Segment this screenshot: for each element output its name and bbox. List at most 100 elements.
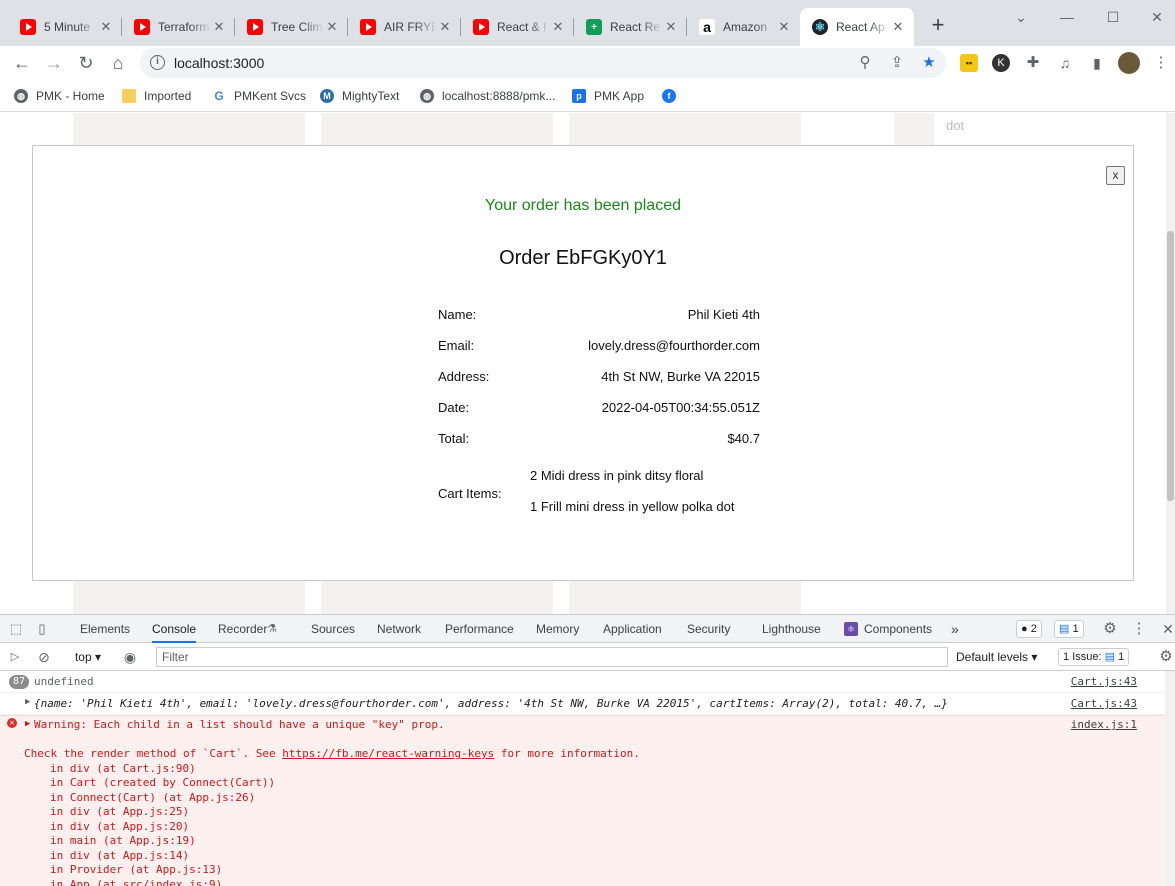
console-filter-input[interactable]: Filter — [156, 647, 948, 667]
issues-button[interactable]: 1 Issue: ▤ 1 — [1058, 648, 1130, 666]
log-source-link[interactable]: Cart.js:43 — [1071, 675, 1137, 688]
media-control-icon[interactable]: ♫ — [1056, 54, 1074, 72]
eye-icon[interactable]: ◉ — [121, 648, 139, 666]
log-source-link[interactable]: index.js:1 — [1071, 718, 1137, 731]
expand-arrow-icon[interactable]: ▶ — [25, 719, 30, 729]
tab-lighthouse[interactable]: Lighthouse — [762, 615, 821, 643]
tab-elements[interactable]: Elements — [80, 615, 130, 643]
bookmark-folder[interactable]: Imported — [122, 86, 191, 106]
page-scrollbar[interactable] — [1166, 113, 1175, 614]
field-label: Email: — [438, 338, 475, 353]
tab-sources[interactable]: Sources — [311, 615, 355, 643]
message-count: 1 — [1072, 623, 1079, 635]
url-text[interactable]: localhost:3000 — [174, 55, 264, 71]
bookmark-item[interactable]: ◍ PMK - Home — [14, 86, 105, 106]
modal-close-button[interactable]: x — [1106, 166, 1125, 185]
extension-k-icon[interactable]: K — [992, 54, 1010, 72]
browser-menu-icon[interactable]: ⋮ — [1152, 54, 1170, 72]
log-object-text[interactable]: {name: 'Phil Kieti 4th', email: 'lovely.… — [34, 697, 954, 710]
product-image[interactable] — [321, 113, 553, 145]
sidebar-toggle-icon[interactable]: ▷ — [6, 648, 24, 666]
window-close-button[interactable]: ✕ — [1134, 8, 1175, 26]
product-image[interactable] — [73, 113, 305, 145]
reload-icon[interactable]: ↻ — [73, 50, 99, 76]
tab-recorder[interactable]: Recorder — [218, 615, 267, 643]
error-count-badge[interactable]: ● 2 — [1016, 620, 1042, 638]
browser-tab[interactable]: a Amazon ✕ — [687, 8, 800, 46]
browser-tab[interactable]: 5 Minute ✕ — [8, 8, 122, 46]
product-image[interactable] — [894, 113, 934, 145]
close-tab-icon[interactable]: ✕ — [98, 19, 114, 35]
minimize-button[interactable]: — — [1044, 8, 1090, 26]
tab-memory[interactable]: Memory — [536, 615, 579, 643]
console-settings-icon[interactable]: ⚙ — [1157, 648, 1175, 666]
close-devtools-icon[interactable]: ✕ — [1159, 620, 1175, 638]
tab-network[interactable]: Network — [377, 615, 421, 643]
clear-console-icon[interactable]: ⊘ — [35, 648, 53, 666]
console-scrollbar[interactable] — [1165, 671, 1175, 886]
bookmark-item[interactable]: f — [662, 86, 684, 106]
stack-frame: in div (at Cart.js:90) — [50, 762, 196, 775]
browser-tab[interactable]: AIR FRYE ✕ — [348, 8, 461, 46]
product-image[interactable] — [73, 581, 305, 614]
close-tab-icon[interactable]: ✕ — [437, 19, 453, 35]
log-source-link[interactable]: Cart.js:43 — [1071, 697, 1137, 710]
inspect-element-icon[interactable]: ⬚ — [7, 620, 25, 638]
close-tab-icon[interactable]: ✕ — [663, 19, 679, 35]
bookmark-label: localhost:8888/pmk... — [442, 89, 556, 103]
forward-arrow-icon[interactable]: → — [41, 50, 67, 76]
extensions-puzzle-icon[interactable]: ✚ — [1024, 54, 1042, 72]
close-tab-icon[interactable]: ✕ — [324, 19, 340, 35]
address-bar[interactable]: i localhost:3000 ⚲ ⇪ ★ — [140, 48, 946, 78]
bookmark-star-icon[interactable]: ★ — [920, 54, 938, 72]
close-tab-icon[interactable]: ✕ — [550, 19, 566, 35]
field-value: lovely.dress@fourthorder.com — [588, 338, 760, 353]
tab-search-icon[interactable]: ⌄ — [998, 8, 1044, 26]
share-icon[interactable]: ⇪ — [888, 54, 906, 72]
context-label: top — [74, 650, 92, 664]
tab-console[interactable]: Console — [152, 615, 197, 643]
zoom-icon[interactable]: ⚲ — [856, 54, 874, 72]
bookmark-item[interactable]: ◍ localhost:8888/pmk... — [420, 86, 555, 106]
site-info-icon[interactable]: i — [150, 55, 165, 70]
close-tab-icon[interactable]: ✕ — [211, 19, 227, 35]
globe-icon: ◍ — [420, 89, 434, 103]
home-icon[interactable]: ⌂ — [105, 50, 131, 76]
browser-tab[interactable]: Tree Clim ✕ — [235, 8, 348, 46]
scrollbar-thumb[interactable] — [1167, 231, 1174, 501]
product-image[interactable] — [569, 581, 801, 614]
profile-avatar[interactable] — [1118, 52, 1140, 74]
browser-tab[interactable]: + React Re ✕ — [574, 8, 687, 46]
expand-arrow-icon[interactable]: ▶ — [25, 697, 30, 707]
browser-tab[interactable]: React & I ✕ — [461, 8, 574, 46]
browser-tab-active[interactable]: ⚛ React Ap ✕ — [800, 8, 914, 46]
context-selector[interactable]: top ▾ — [66, 648, 110, 666]
browser-toolbar: ← → ↻ ⌂ i localhost:3000 ⚲ ⇪ ★ ▪▪ K ✚ ♫ … — [0, 46, 1175, 80]
more-tabs-icon[interactable]: » — [951, 615, 959, 643]
back-arrow-icon[interactable]: ← — [9, 50, 35, 76]
product-image[interactable] — [569, 113, 801, 145]
bookmark-item[interactable]: M MightyText — [320, 86, 399, 106]
settings-gear-icon[interactable]: ⚙ — [1101, 620, 1119, 638]
render-method-message: Check the render method of `Cart`. See h… — [24, 747, 640, 760]
extension-icon[interactable]: ▪▪ — [960, 54, 978, 72]
close-tab-icon[interactable]: ✕ — [890, 19, 906, 35]
maximize-button[interactable]: ☐ — [1090, 8, 1136, 26]
close-tab-icon[interactable]: ✕ — [776, 19, 792, 35]
stack-frame: in div (at App.js:14) — [50, 849, 190, 862]
tab-application[interactable]: Application — [603, 615, 662, 643]
devtools-menu-icon[interactable]: ⋮ — [1130, 620, 1148, 638]
device-toolbar-icon[interactable]: ▯ — [33, 620, 51, 638]
tab-performance[interactable]: Performance — [445, 615, 514, 643]
browser-tab[interactable]: Terraform ✕ — [122, 8, 235, 46]
bookmark-item[interactable]: p PMK App — [572, 86, 644, 106]
docs-link[interactable]: https://fb.me/react-warning-keys — [282, 747, 494, 760]
message-count-badge[interactable]: ▤ 1 — [1054, 620, 1084, 638]
log-levels-dropdown[interactable]: Default levels ▾ — [956, 648, 1046, 666]
product-image[interactable] — [321, 581, 553, 614]
tab-components[interactable]: Components — [864, 615, 932, 643]
bookmark-item[interactable]: G PMKent Svcs — [212, 86, 306, 106]
side-panel-icon[interactable]: ▮ — [1088, 54, 1106, 72]
tab-security[interactable]: Security — [687, 615, 730, 643]
new-tab-button[interactable]: + — [926, 14, 950, 38]
